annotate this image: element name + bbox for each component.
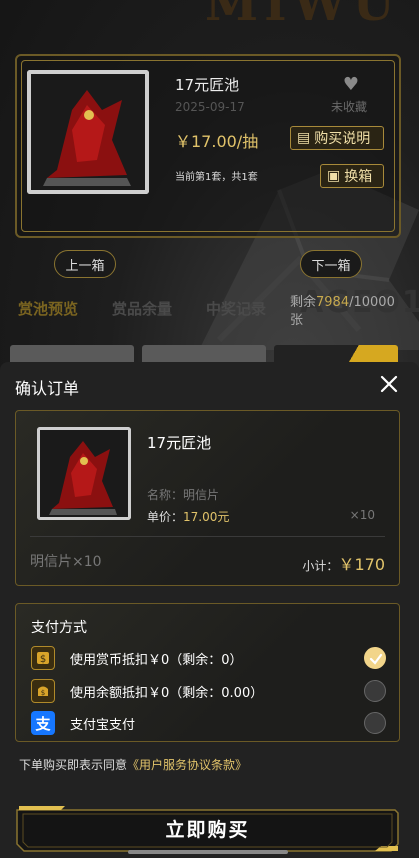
wallet-icon: $ bbox=[31, 679, 55, 703]
payment-title: 支付方式 bbox=[31, 620, 87, 636]
svg-text:$: $ bbox=[40, 654, 46, 665]
sheet-title: 确认订单 bbox=[15, 379, 80, 398]
radio-unchecked[interactable] bbox=[364, 712, 386, 734]
swap-box-label: 换箱 bbox=[344, 169, 373, 185]
remaining-count: 剩余7984/10000张 bbox=[290, 295, 395, 328]
confirm-order-sheet: 确认订单 17元匠池 名称：明信片 单价：17.00元 ×10 明信片×10 小… bbox=[0, 362, 419, 858]
box-icon: ▣ bbox=[327, 168, 341, 184]
next-box-button[interactable]: 下一箱 bbox=[300, 250, 362, 278]
pay-option-coins[interactable]: $ 使用赏币抵扣￥0（剩余：0） bbox=[31, 646, 386, 670]
order-card: 17元匠池 名称：明信片 单价：17.00元 ×10 明信片×10 小计：￥17… bbox=[15, 410, 400, 586]
swap-box-button[interactable]: ▣ 换箱 bbox=[320, 164, 384, 188]
divider bbox=[30, 536, 385, 537]
order-unit-price: 单价：17.00元 bbox=[147, 510, 230, 524]
tab-pool-preview[interactable]: 赏池预览 bbox=[18, 298, 78, 319]
order-spec: 名称：明信片 bbox=[147, 488, 220, 502]
pool-set-info: 当前第1套，共1套 bbox=[175, 172, 258, 183]
order-product-name: 17元匠池 bbox=[147, 434, 212, 452]
radio-unchecked[interactable] bbox=[364, 680, 386, 702]
svg-text:$: $ bbox=[41, 689, 45, 697]
payment-card: 支付方式 $ 使用赏币抵扣￥0（剩余：0） $ 使用余额抵扣￥0（剩余：0.00… bbox=[15, 603, 400, 742]
tab-prize-remaining[interactable]: 赏品余量 bbox=[112, 298, 172, 319]
order-product-image bbox=[37, 427, 131, 520]
buy-explain-label: 购买说明 bbox=[314, 131, 371, 147]
brand-logo: MIWU bbox=[205, 0, 401, 32]
home-indicator bbox=[128, 850, 288, 854]
pool-product-image[interactable] bbox=[27, 70, 149, 194]
radio-checked[interactable] bbox=[364, 647, 386, 669]
prev-box-button[interactable]: 上一箱 bbox=[54, 250, 116, 278]
pay-option-label: 使用赏币抵扣￥0（剩余：0） bbox=[70, 652, 243, 668]
document-icon: ▤ bbox=[297, 130, 311, 146]
pool-card: 17元匠池 2025-09-17 ￥17.00/抽 当前第1套，共1套 ♥ 未收… bbox=[15, 54, 401, 238]
close-icon[interactable] bbox=[379, 374, 399, 394]
agreement-link[interactable]: 《用户服务协议条款》 bbox=[127, 758, 247, 772]
order-quantity: ×10 bbox=[349, 508, 375, 522]
favorite-label[interactable]: 未收藏 bbox=[331, 98, 367, 115]
agreement-text: 下单购买即表示同意《用户服务协议条款》 bbox=[19, 758, 248, 772]
tab-win-records[interactable]: 中奖记录 bbox=[206, 298, 266, 319]
pay-option-alipay[interactable]: 支 支付宝支付 bbox=[31, 711, 386, 735]
pool-date: 2025-09-17 bbox=[175, 100, 245, 114]
buy-bar: 立即购买 bbox=[15, 804, 400, 852]
buy-explain-button[interactable]: ▤ 购买说明 bbox=[290, 126, 384, 150]
coin-icon: $ bbox=[31, 646, 55, 670]
pay-option-balance[interactable]: $ 使用余额抵扣￥0（剩余：0.00） bbox=[31, 679, 386, 703]
order-item-quantity: 明信片×10 bbox=[30, 554, 102, 570]
pool-title: 17元匠池 bbox=[175, 76, 240, 94]
pay-option-label: 使用余额抵扣￥0（剩余：0.00） bbox=[70, 685, 264, 701]
buy-now-button[interactable]: 立即购买 bbox=[15, 804, 400, 852]
pay-option-label: 支付宝支付 bbox=[70, 717, 136, 733]
alipay-icon: 支 bbox=[31, 711, 55, 735]
order-subtotal: 小计：￥170 bbox=[302, 555, 385, 574]
pool-price: ￥17.00/抽 bbox=[175, 132, 259, 151]
heart-icon[interactable]: ♥ bbox=[343, 74, 359, 95]
pool-tabs: 赏池预览 赏品余量 中奖记录 bbox=[18, 298, 266, 319]
